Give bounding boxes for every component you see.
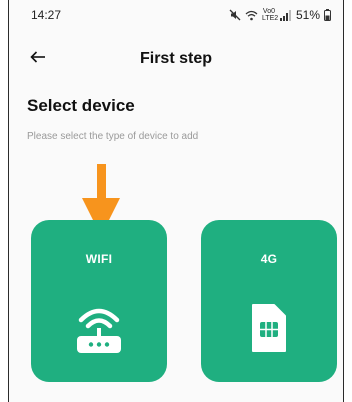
battery-percent: 51% [295, 8, 320, 22]
network-label-bottom: LTE2 [261, 15, 279, 22]
network-label-top: Vo0 [262, 8, 275, 15]
battery-icon [324, 9, 331, 21]
status-bar: 14:27 Vo0 LTE2 51% [9, 0, 343, 30]
network-type-indicator: Vo0 LTE2 [261, 8, 279, 22]
wifi-status-icon [245, 10, 258, 21]
section-subtitle: Please select the type of device to add [27, 131, 199, 142]
back-button[interactable] [25, 47, 51, 71]
app-screen: 14:27 Vo0 LTE2 51% First step Select dev… [8, 0, 344, 402]
wifi-router-icon [74, 302, 124, 361]
device-card-label: 4G [260, 252, 278, 266]
sim-card-icon [250, 302, 288, 359]
arrow-left-icon [30, 50, 46, 68]
top-bar: First step [9, 44, 343, 74]
device-card-label: WIFI [85, 252, 113, 266]
device-card-wifi[interactable]: WIFI [31, 220, 167, 382]
section-title: Select device [27, 96, 135, 115]
device-card-4g[interactable]: 4G [201, 220, 337, 382]
status-time: 14:27 [31, 8, 62, 22]
status-icons: Vo0 LTE2 51% [229, 8, 331, 22]
mute-icon [229, 9, 241, 21]
page-title: First step [139, 50, 212, 67]
signal-icon [279, 9, 292, 21]
